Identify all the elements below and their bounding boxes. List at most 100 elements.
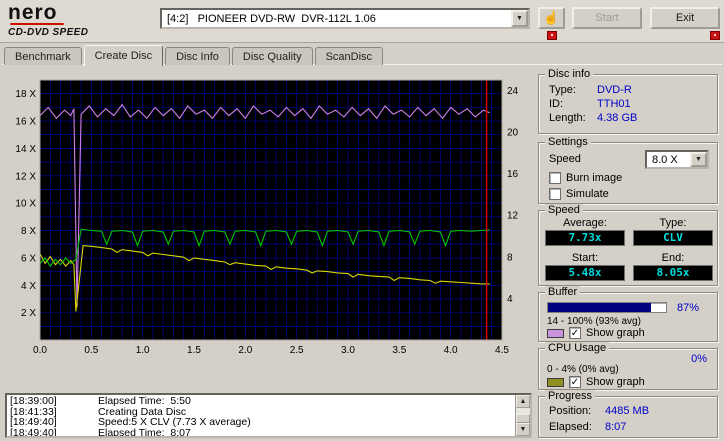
position-row: Position: 4485 MB xyxy=(549,405,709,417)
app-window: nero CD-DVD SPEED [4:2] PIONEER DVD-RW D… xyxy=(0,0,724,441)
row-label: Type: xyxy=(549,84,576,96)
svg-text:4.5: 4.5 xyxy=(495,345,509,356)
type-label: Type: xyxy=(659,217,687,229)
disc-length-row: Length: 4.38 GB xyxy=(549,112,709,124)
tab-bar: Benchmark Create Disc Disc Info Disc Qualit… xyxy=(4,45,385,66)
buffer-range: 14 - 100% (93% avg) xyxy=(547,316,641,327)
chevron-down-icon[interactable]: ▼ xyxy=(690,152,707,167)
svg-text:18 X: 18 X xyxy=(15,89,36,100)
tab-scandisc[interactable]: ScanDisc xyxy=(314,47,384,65)
disc-info-group: Disc info Type: DVD-R ID: TTH01 Length: 4.3… xyxy=(538,68,718,134)
svg-text:16: 16 xyxy=(507,169,519,180)
buffer-bar-fill xyxy=(548,303,651,312)
exit-button[interactable]: Exit xyxy=(650,7,720,29)
scroll-down-button[interactable]: ▼ xyxy=(516,423,530,436)
cpu-percent: 0% xyxy=(691,353,707,365)
checkbox[interactable] xyxy=(549,172,561,184)
speed-select-value: 8.0 X xyxy=(652,153,678,166)
svg-text:10 X: 10 X xyxy=(15,199,36,210)
row-value: 4485 MB xyxy=(605,405,650,417)
svg-text:3.5: 3.5 xyxy=(392,345,406,356)
log-line: [18:41:33] Creating Data Disc xyxy=(10,405,187,418)
checkbox-row-simulate[interactable]: Simulate xyxy=(549,188,622,200)
log-lines: [18:39:00] Elapsed Time: 5:50 [18:41:33] Cr… xyxy=(7,395,515,436)
group-title: Progress xyxy=(545,390,596,402)
plot-background xyxy=(40,80,502,340)
svg-text:2.0: 2.0 xyxy=(238,345,252,356)
start-button[interactable]: Start xyxy=(572,7,642,29)
show-graph-checkbox[interactable]: ✓ xyxy=(569,376,581,388)
cpu-color-swatch xyxy=(547,377,564,387)
app-header: nero CD-DVD SPEED [4:2] PIONEER DVD-RW D… xyxy=(0,0,724,43)
scroll-track[interactable] xyxy=(516,408,530,423)
svg-text:2.5: 2.5 xyxy=(290,345,304,356)
average-label: Average: xyxy=(563,217,607,229)
group-title: Buffer xyxy=(545,286,581,298)
hand-pointer-icon: ☝ xyxy=(543,10,560,25)
row-value: DVD-R xyxy=(597,84,632,96)
svg-text:4.0: 4.0 xyxy=(444,345,458,356)
checkbox-row-burn-image[interactable]: Burn image xyxy=(549,172,622,184)
svg-text:20: 20 xyxy=(507,128,519,139)
chart-canvas: 2 X 4 X 6 X 8 X 10 X 12 X 14 X 16 X 18 X 4 8 12 16 20… xyxy=(15,79,519,356)
group-title: Disc info xyxy=(545,68,594,80)
buffer-show-graph[interactable]: ✓ Show graph xyxy=(547,327,645,339)
settings-group: Settings Speed 8.0 X ▼ Burn image Simulat… xyxy=(538,136,718,204)
svg-text:1.5: 1.5 xyxy=(187,345,201,356)
scroll-up-button[interactable]: ▲ xyxy=(516,395,530,408)
chevron-down-icon[interactable]: ▼ xyxy=(511,10,528,27)
row-label: ID: xyxy=(549,98,564,110)
end-speed-display: 8.05x xyxy=(633,265,713,281)
create-disc-chart: 2 X 4 X 6 X 8 X 10 X 12 X 14 X 16 X 18 X 4 8 12 16 20… xyxy=(6,72,530,374)
drive-select-value: [4:2] PIONEER DVD-RW DVR-112L 1.06 xyxy=(167,12,376,25)
hand-pointer-button[interactable]: ☝ xyxy=(538,7,565,29)
tab-disc-quality[interactable]: Disc Quality xyxy=(231,47,313,65)
show-graph-label: Show graph xyxy=(586,327,645,339)
speed-select[interactable]: 8.0 X ▼ xyxy=(645,150,709,169)
svg-text:14 X: 14 X xyxy=(15,144,36,155)
tab-create-disc[interactable]: Create Disc xyxy=(83,45,164,66)
show-graph-label: Show graph xyxy=(586,376,645,388)
app-title: CD-DVD SPEED xyxy=(8,27,89,38)
group-title: Settings xyxy=(545,136,591,148)
buffer-percent: 87% xyxy=(677,302,700,314)
svg-text:0.5: 0.5 xyxy=(84,345,98,356)
record-indicator-icon xyxy=(710,31,720,40)
tab-benchmark[interactable]: Benchmark xyxy=(4,47,82,65)
nero-logo: nero CD-DVD SPEED xyxy=(8,2,154,38)
row-label: Position: xyxy=(549,405,592,417)
start-label: Start: xyxy=(571,252,599,264)
group-title: Speed xyxy=(545,204,583,216)
svg-text:1.0: 1.0 xyxy=(136,345,150,356)
buffer-group: Buffer 87% 14 - 100% (93% avg) ✓ Show gr… xyxy=(538,286,718,342)
start-speed-display: 5.48x xyxy=(545,265,625,281)
log-line: [18:49:40] Speed:5 X CLV (7.73 X average) xyxy=(10,416,251,428)
progress-group: Progress Position: 4485 MB Elapsed: 8:07 xyxy=(538,390,718,438)
drive-select[interactable]: [4:2] PIONEER DVD-RW DVR-112L 1.06 ▼ xyxy=(160,8,530,29)
svg-text:4: 4 xyxy=(507,294,513,305)
cpu-show-graph[interactable]: ✓ Show graph xyxy=(547,376,645,388)
tab-disc-info[interactable]: Disc Info xyxy=(165,47,230,65)
disc-type-row: Type: DVD-R xyxy=(549,84,709,96)
speed-group: Speed Average: Type: 7.73x CLV Start: En… xyxy=(538,204,718,286)
record-indicator-icon xyxy=(547,31,557,40)
row-label: Elapsed: xyxy=(549,421,592,433)
svg-text:0.0: 0.0 xyxy=(33,345,47,356)
group-title: CPU Usage xyxy=(545,342,610,354)
row-value: 4.38 GB xyxy=(597,112,638,124)
settings-checkboxes: Burn image Simulate xyxy=(549,172,622,204)
checkbox[interactable] xyxy=(549,188,561,200)
speed-type-display: CLV xyxy=(633,230,713,246)
show-graph-checkbox[interactable]: ✓ xyxy=(569,327,581,339)
scroll-thumb[interactable] xyxy=(516,414,530,423)
average-speed-display: 7.73x xyxy=(545,230,625,246)
cpu-usage-group: CPU Usage 0% 0 - 4% (0% avg) ✓ Show grap… xyxy=(538,342,718,390)
checkbox-label: Burn image xyxy=(566,172,623,184)
row-label: Length: xyxy=(549,112,586,124)
cpu-range: 0 - 4% (0% avg) xyxy=(547,364,619,375)
log-scrollbar[interactable]: ▲ ▼ xyxy=(515,395,530,436)
disc-id-row: ID: TTH01 xyxy=(549,98,709,110)
svg-text:16 X: 16 X xyxy=(15,117,36,128)
svg-text:2 X: 2 X xyxy=(21,308,36,319)
svg-text:6 X: 6 X xyxy=(21,253,36,264)
